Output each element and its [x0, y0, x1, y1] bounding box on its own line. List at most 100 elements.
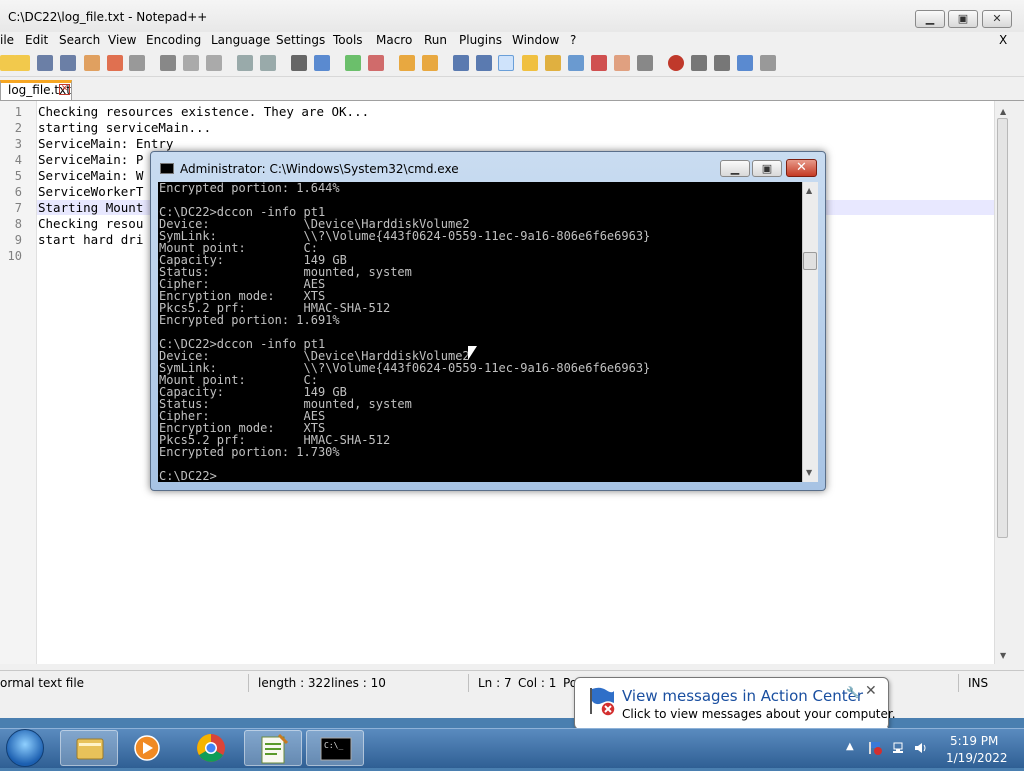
scroll-down-arrow-icon[interactable]: ▼ — [1000, 651, 1006, 660]
find-icon[interactable] — [291, 55, 307, 71]
cmd-close-button[interactable]: ✕ — [786, 159, 817, 177]
code-line[interactable]: starting serviceMain... — [38, 120, 211, 135]
npp-scroll-thumb[interactable] — [997, 118, 1008, 538]
menu-search[interactable]: Search — [59, 33, 100, 47]
npp-close-button[interactable]: ✕ — [982, 10, 1012, 28]
code-line[interactable]: Checking resou — [38, 216, 143, 231]
cut-icon[interactable] — [160, 55, 176, 71]
taskbar-chrome-button[interactable] — [182, 730, 240, 766]
show-all-chars-icon[interactable] — [476, 55, 492, 71]
menu-window[interactable]: Window — [512, 33, 559, 47]
chrome-icon — [197, 734, 225, 762]
cmd-vertical-scrollbar[interactable]: ▲ ▼ — [802, 182, 818, 482]
scroll-down-arrow-icon[interactable]: ▼ — [806, 468, 812, 477]
taskbar-media-player-button[interactable] — [118, 730, 176, 766]
taskbar-explorer-button[interactable] — [60, 730, 118, 766]
cmd-output[interactable]: Encrypted portion: 1.644% C:\DC22>dccon … — [159, 182, 650, 482]
network-icon[interactable] — [892, 741, 906, 755]
volume-icon[interactable] — [914, 741, 928, 755]
line-number: 9 — [14, 233, 22, 247]
menu-plugins[interactable]: Plugins — [459, 33, 502, 47]
menu-edit[interactable]: Edit — [25, 33, 48, 47]
npp-maximize-button[interactable]: ▣ — [948, 10, 978, 28]
balloon-close-icon[interactable]: ✕ — [865, 683, 877, 699]
code-line[interactable]: ServiceMain: P — [38, 152, 143, 167]
record-macro-icon[interactable] — [668, 55, 684, 71]
menu-view[interactable]: View — [108, 33, 136, 47]
show-hidden-icons-icon[interactable]: ▲ — [846, 741, 860, 755]
redo-icon[interactable] — [260, 55, 276, 71]
replace-icon[interactable] — [314, 55, 330, 71]
eye-icon[interactable] — [637, 55, 653, 71]
menu-close-doc[interactable]: X — [999, 33, 1007, 47]
explorer-icon — [76, 738, 104, 760]
wrench-icon[interactable]: 🔧 — [846, 686, 860, 699]
code-line[interactable]: ServiceMain: Entry — [38, 136, 173, 151]
menu-run[interactable]: Run — [424, 33, 447, 47]
action-center-flag-icon — [590, 687, 616, 717]
menu-file[interactable]: ile — [0, 33, 14, 47]
close-file-icon[interactable] — [84, 55, 100, 71]
stop-macro-icon[interactable] — [691, 55, 707, 71]
balloon-title[interactable]: View messages in Action Center — [622, 687, 863, 705]
save-icon[interactable] — [37, 55, 53, 71]
cmd-minimize-button[interactable]: ▁ — [720, 160, 750, 177]
code-line[interactable]: ServiceWorkerT — [38, 184, 143, 199]
line-number: 4 — [14, 153, 22, 167]
cmd-window-title: Administrator: C:\Windows\System32\cmd.e… — [180, 162, 459, 176]
zoom-out-icon[interactable] — [368, 55, 384, 71]
scroll-up-arrow-icon[interactable]: ▲ — [806, 186, 812, 195]
cmd-scroll-thumb[interactable] — [803, 252, 817, 270]
udl-icon[interactable] — [522, 55, 538, 71]
menu-macro[interactable]: Macro — [376, 33, 412, 47]
status-insert-mode: INS — [968, 676, 989, 690]
indent-guide-icon[interactable] — [498, 55, 514, 71]
code-line[interactable]: Starting Mount — [38, 200, 143, 215]
line-number: 2 — [14, 121, 22, 135]
menu-language[interactable]: Language — [211, 33, 270, 47]
scroll-up-arrow-icon[interactable]: ▲ — [1000, 107, 1006, 116]
open-file-icon[interactable] — [14, 55, 30, 71]
play-macro-icon[interactable] — [714, 55, 730, 71]
mouse-cursor-icon — [468, 346, 477, 360]
line-number: 10 — [7, 249, 22, 263]
line-number: 5 — [14, 169, 22, 183]
taskbar-notepadpp-button[interactable] — [244, 730, 302, 766]
menu-encoding[interactable]: Encoding — [146, 33, 201, 47]
start-orb[interactable] — [6, 729, 44, 767]
run-macro-multiple-icon[interactable] — [737, 55, 753, 71]
cmd-maximize-button[interactable]: ▣ — [752, 160, 782, 177]
undo-icon[interactable] — [237, 55, 253, 71]
save-all-icon[interactable] — [60, 55, 76, 71]
code-line[interactable]: ServiceMain: W — [38, 168, 143, 183]
save-macro-icon[interactable] — [760, 55, 776, 71]
line-number: 1 — [14, 105, 22, 119]
clock-time[interactable]: 5:19 PM — [950, 734, 998, 748]
taskbar-cmd-icon-text: C:\_ — [324, 741, 343, 750]
balloon-message[interactable]: Click to view messages about your comput… — [622, 707, 896, 721]
action-center-tray-icon[interactable] — [868, 741, 882, 755]
sync-h-icon[interactable] — [422, 55, 438, 71]
menu-tools[interactable]: Tools — [333, 33, 363, 47]
doc-map-icon[interactable] — [545, 55, 561, 71]
clock-date[interactable]: 1/19/2022 — [946, 751, 1008, 765]
code-line[interactable]: Checking resources existence. They are O… — [38, 104, 369, 119]
npp-minimize-button[interactable]: ▁ — [915, 10, 945, 28]
line-number: 6 — [14, 185, 22, 199]
paste-icon[interactable] — [206, 55, 222, 71]
function-list-icon[interactable] — [568, 55, 584, 71]
code-line[interactable]: start hard dri — [38, 232, 143, 247]
print-icon[interactable] — [129, 55, 145, 71]
menu-settings[interactable]: Settings — [276, 33, 325, 47]
taskbar-cmd-button[interactable]: C:\_ — [306, 730, 364, 766]
folder-as-workspace-icon[interactable] — [591, 55, 607, 71]
copy-icon[interactable] — [183, 55, 199, 71]
wrap-icon[interactable] — [453, 55, 469, 71]
close-all-icon[interactable] — [107, 55, 123, 71]
status-separator — [468, 674, 469, 692]
menu-help[interactable]: ? — [570, 33, 576, 47]
sync-v-icon[interactable] — [399, 55, 415, 71]
zoom-in-icon[interactable] — [345, 55, 361, 71]
monitor-icon[interactable] — [614, 55, 630, 71]
tab-close-icon[interactable]: ✕ — [59, 84, 70, 95]
